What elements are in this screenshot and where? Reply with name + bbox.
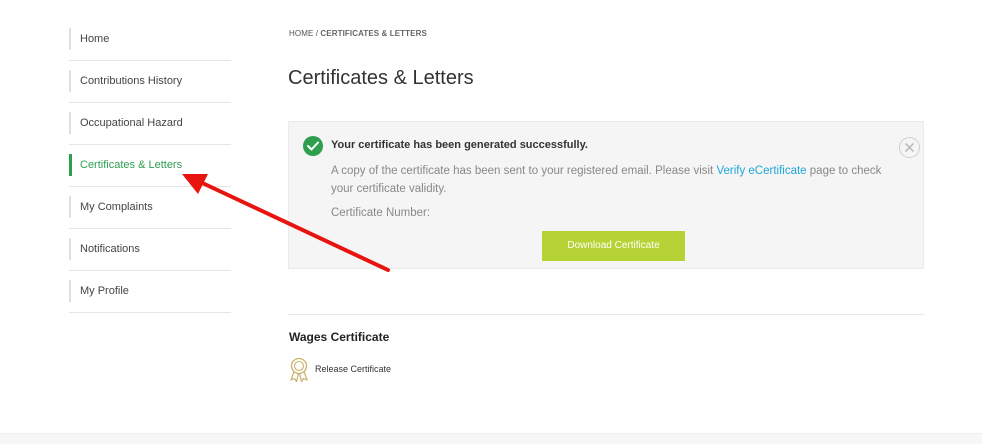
breadcrumb-separator: / [315,29,319,38]
sidebar-item-indicator [69,28,71,50]
alert-message-prefix: A copy of the certificate has been sent … [331,165,717,177]
success-alert: Your certificate has been generated succ… [288,121,924,269]
sidebar-item-certificates-letters[interactable]: Certificates & Letters [69,145,231,187]
wages-certificate-heading: Wages Certificate [289,330,390,344]
sidebar-item-label: Occupational Hazard [80,117,183,129]
footer-band [0,433,982,444]
sidebar-item-notifications[interactable]: Notifications [69,229,231,271]
award-ribbon-icon [288,357,310,388]
sidebar-item-label: Home [80,33,110,45]
alert-title: Your certificate has been generated succ… [331,139,588,151]
release-certificate-label: Release Certificate [315,364,392,374]
sidebar-item-my-complaints[interactable]: My Complaints [69,187,231,229]
sidebar-item-indicator [69,112,71,134]
sidebar-item-label: Contributions History [80,75,183,87]
sidebar-item-label: My Complaints [80,201,153,213]
sidebar-item-label: Certificates & Letters [80,159,183,171]
sidebar-item-label: My Profile [80,285,129,297]
certificate-number-label: Certificate Number: [331,207,431,219]
sidebar-item-active-indicator [69,154,72,176]
sidebar-item-indicator [69,280,71,302]
sidebar-item-occupational-hazard[interactable]: Occupational Hazard [69,103,231,145]
download-certificate-button[interactable]: Download Certificate [542,231,685,261]
sidebar-item-my-profile[interactable]: My Profile [69,271,231,313]
check-circle-icon [303,136,323,156]
section-divider [288,314,924,315]
close-circle-icon[interactable] [899,137,920,158]
sidebar-item-indicator [69,70,71,92]
sidebar-item-home[interactable]: Home [69,19,231,61]
breadcrumb: HOME / CERTIFICATES & LETTERS [289,29,427,38]
alert-message: A copy of the certificate has been sent … [331,162,906,198]
sidebar-nav: Home Contributions History Occupational … [69,19,231,313]
sidebar-item-indicator [69,238,71,260]
breadcrumb-home-link[interactable]: HOME [289,29,313,38]
sidebar-item-indicator [69,196,71,218]
sidebar-item-label: Notifications [80,243,140,255]
breadcrumb-current: CERTIFICATES & LETTERS [320,29,427,38]
page-title: Certificates & Letters [288,67,474,89]
verify-ecertificate-link[interactable]: Verify eCertificate [716,165,806,177]
sidebar-item-contributions-history[interactable]: Contributions History [69,61,231,103]
